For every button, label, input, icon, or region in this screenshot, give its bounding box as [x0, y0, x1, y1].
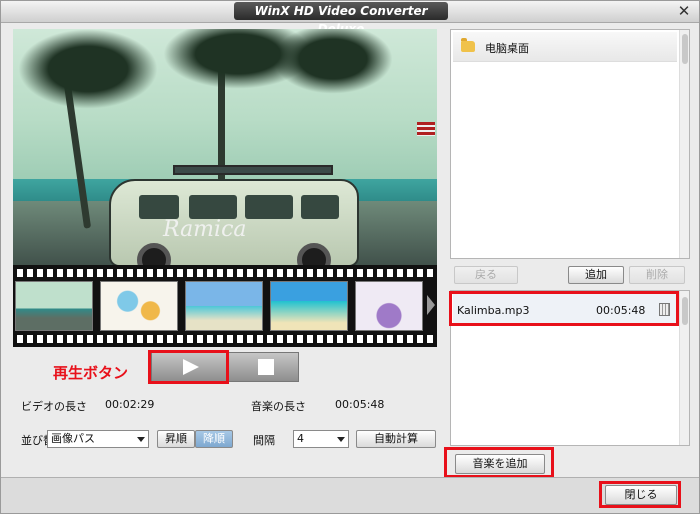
file-browser-item-label: 电脑桌面 — [485, 42, 529, 55]
interval-select[interactable]: 4 — [293, 430, 349, 448]
file-browser-scrollbar[interactable] — [679, 30, 689, 258]
film-thumbnail[interactable] — [100, 281, 178, 331]
delete-button[interactable]: 削除 — [629, 266, 685, 284]
music-length-value: 00:05:48 — [335, 398, 385, 411]
film-thumbnail[interactable] — [270, 281, 348, 331]
film-strip[interactable] — [13, 265, 437, 347]
sort-select-value: 画像パス — [51, 432, 95, 445]
close-icon[interactable]: ✕ — [674, 3, 694, 20]
main-window: WinX HD Video Converter Deluxe ✕ Ramica — [0, 0, 700, 514]
chevron-down-icon — [337, 437, 345, 442]
stop-icon[interactable] — [258, 359, 274, 375]
film-thumbnail[interactable] — [185, 281, 263, 331]
chevron-down-icon — [137, 437, 145, 442]
play-highlight-box — [148, 350, 229, 384]
interval-label: 間隔 — [253, 434, 275, 447]
window-title: WinX HD Video Converter Deluxe — [234, 2, 448, 36]
folder-icon — [461, 38, 475, 52]
interval-select-value: 4 — [297, 432, 304, 445]
play-button-annotation: 再生ボタン — [53, 364, 129, 382]
music-item-highlight-box — [449, 291, 679, 326]
music-length-label: 音楽の長さ — [251, 400, 306, 413]
file-browser-panel: 电脑桌面 — [450, 29, 690, 259]
film-thumbnail[interactable] — [355, 281, 423, 331]
title-bar: WinX HD Video Converter Deluxe ✕ — [1, 1, 699, 36]
film-next-arrow-icon[interactable] — [427, 295, 435, 315]
bottom-bar — [1, 477, 699, 513]
sort-descending-button[interactable]: 降順 — [195, 430, 233, 448]
auto-calc-button[interactable]: 自動計算 — [356, 430, 436, 448]
add-music-highlight-box — [444, 447, 554, 478]
film-thumbnail[interactable] — [15, 281, 93, 331]
video-preview: Ramica — [13, 29, 437, 269]
music-list-scrollbar[interactable] — [679, 291, 689, 445]
preview-watermark: Ramica — [163, 217, 247, 242]
close-highlight-box — [599, 481, 681, 508]
sort-ascending-button[interactable]: 昇順 — [157, 430, 195, 448]
back-button[interactable]: 戻る — [454, 266, 518, 284]
add-button[interactable]: 追加 — [568, 266, 624, 284]
file-browser-item[interactable]: 电脑桌面 — [453, 32, 677, 62]
sort-select[interactable]: 画像パス — [47, 430, 149, 448]
video-length-value: 00:02:29 — [105, 398, 155, 411]
video-length-label: ビデオの長さ — [21, 400, 87, 413]
